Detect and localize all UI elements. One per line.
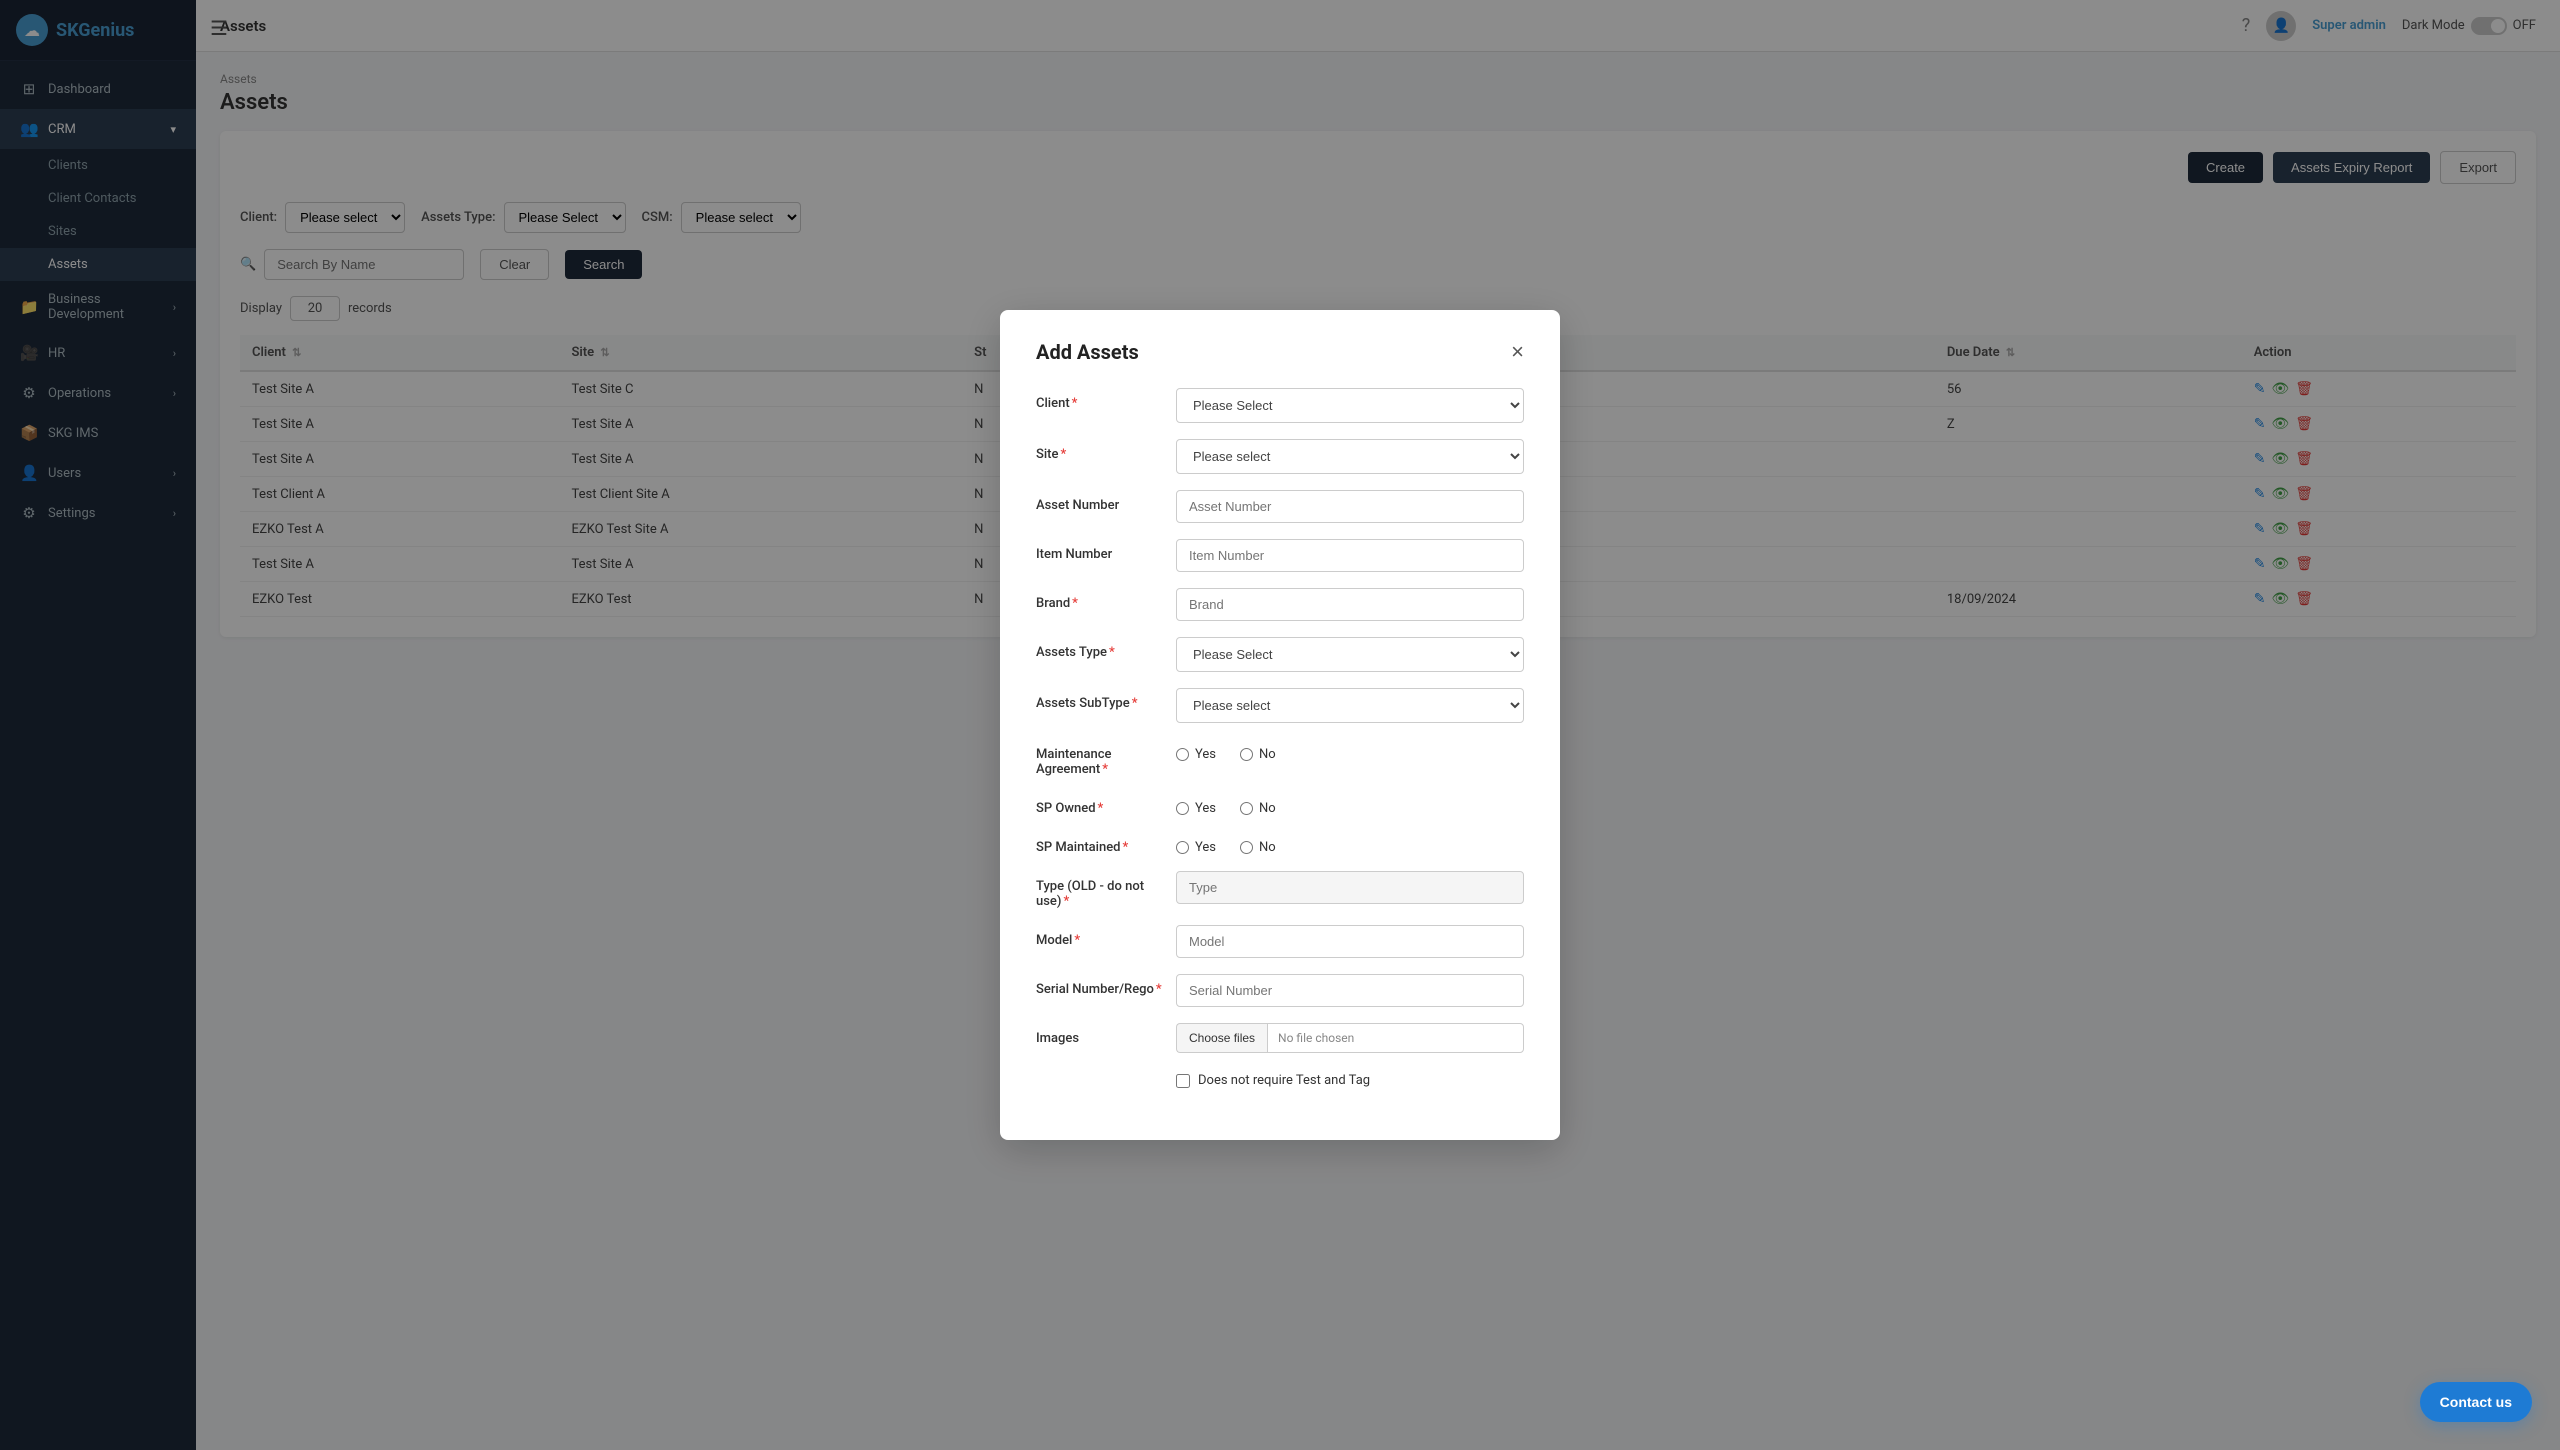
- form-row-site: Site* Please select: [1036, 439, 1524, 474]
- form-row-sp-owned: SP Owned* Yes No: [1036, 793, 1524, 816]
- assets-type-control: Please Select: [1176, 637, 1524, 672]
- sp-maintained-radio-group: Yes No: [1176, 832, 1524, 855]
- site-select[interactable]: Please select: [1176, 439, 1524, 474]
- file-name-display: No file chosen: [1267, 1023, 1524, 1053]
- assets-subtype-label: Assets SubType*: [1036, 688, 1176, 711]
- assets-subtype-select[interactable]: Please select: [1176, 688, 1524, 723]
- type-old-label: Type (OLD - do not use)*: [1036, 871, 1176, 909]
- form-row-maintenance: Maintenance Agreement* Yes No: [1036, 739, 1524, 777]
- asset-number-input[interactable]: [1176, 490, 1524, 523]
- site-field-control: Please select: [1176, 439, 1524, 474]
- client-field-label: Client*: [1036, 388, 1176, 411]
- site-field-label: Site*: [1036, 439, 1176, 462]
- sp-owned-control: Yes No: [1176, 793, 1524, 816]
- type-old-input[interactable]: [1176, 871, 1524, 904]
- model-field-label: Model*: [1036, 925, 1176, 948]
- model-input[interactable]: [1176, 925, 1524, 958]
- maintenance-yes-radio[interactable]: [1176, 748, 1189, 761]
- client-field-control: Please Select: [1176, 388, 1524, 423]
- sp-maintained-yes-radio[interactable]: [1176, 841, 1189, 854]
- form-row-brand: Brand*: [1036, 588, 1524, 621]
- assets-type-select[interactable]: Please Select: [1176, 637, 1524, 672]
- assets-type-label: Assets Type*: [1036, 637, 1176, 660]
- client-select[interactable]: Please Select: [1176, 388, 1524, 423]
- sp-maintained-no-label[interactable]: No: [1240, 840, 1276, 855]
- sp-maintained-no-radio[interactable]: [1240, 841, 1253, 854]
- choose-files-button[interactable]: Choose files: [1176, 1023, 1267, 1053]
- brand-input[interactable]: [1176, 588, 1524, 621]
- maintenance-no-label[interactable]: No: [1240, 747, 1276, 762]
- form-row-assets-type: Assets Type* Please Select: [1036, 637, 1524, 672]
- sp-owned-no-radio[interactable]: [1240, 802, 1253, 815]
- form-row-type-old: Type (OLD - do not use)*: [1036, 871, 1524, 909]
- sp-owned-label: SP Owned*: [1036, 793, 1176, 816]
- file-input-row: Choose files No file chosen: [1176, 1023, 1524, 1053]
- item-number-input[interactable]: [1176, 539, 1524, 572]
- item-number-label: Item Number: [1036, 539, 1176, 562]
- maintenance-radio-group: Yes No: [1176, 739, 1524, 762]
- sp-owned-yes-label[interactable]: Yes: [1176, 801, 1216, 816]
- form-row-serial: Serial Number/Rego*: [1036, 974, 1524, 1007]
- serial-field-label: Serial Number/Rego*: [1036, 974, 1176, 997]
- modal-overlay: Add Assets × Client* Please Select Site*…: [0, 0, 2560, 1450]
- maintenance-label: Maintenance Agreement*: [1036, 739, 1176, 777]
- modal-close-button[interactable]: ×: [1511, 341, 1524, 363]
- form-row-client: Client* Please Select: [1036, 388, 1524, 423]
- sp-owned-yes-radio[interactable]: [1176, 802, 1189, 815]
- form-row-item-number: Item Number: [1036, 539, 1524, 572]
- item-number-control: [1176, 539, 1524, 572]
- modal-header: Add Assets ×: [1036, 340, 1524, 364]
- sp-owned-no-label[interactable]: No: [1240, 801, 1276, 816]
- sp-maintained-label: SP Maintained*: [1036, 832, 1176, 855]
- form-row-test-tag: Does not require Test and Tag: [1036, 1069, 1524, 1088]
- sp-maintained-control: Yes No: [1176, 832, 1524, 855]
- images-label: Images: [1036, 1023, 1176, 1046]
- sp-maintained-yes-label[interactable]: Yes: [1176, 840, 1216, 855]
- add-assets-modal: Add Assets × Client* Please Select Site*…: [1000, 310, 1560, 1140]
- test-tag-control: Does not require Test and Tag: [1176, 1069, 1524, 1088]
- maintenance-control: Yes No: [1176, 739, 1524, 762]
- type-old-control: [1176, 871, 1524, 904]
- maintenance-yes-label[interactable]: Yes: [1176, 747, 1216, 762]
- images-control: Choose files No file chosen: [1176, 1023, 1524, 1053]
- maintenance-no-radio[interactable]: [1240, 748, 1253, 761]
- contact-us-button[interactable]: Contact us: [2420, 1382, 2532, 1422]
- brand-field-control: [1176, 588, 1524, 621]
- test-tag-checkbox-label: Does not require Test and Tag: [1198, 1073, 1370, 1088]
- brand-field-label: Brand*: [1036, 588, 1176, 611]
- asset-number-label: Asset Number: [1036, 490, 1176, 513]
- form-row-asset-number: Asset Number: [1036, 490, 1524, 523]
- test-tag-checkbox[interactable]: [1176, 1074, 1190, 1088]
- sp-owned-radio-group: Yes No: [1176, 793, 1524, 816]
- serial-input[interactable]: [1176, 974, 1524, 1007]
- test-tag-checkbox-group: Does not require Test and Tag: [1176, 1069, 1524, 1088]
- serial-field-control: [1176, 974, 1524, 1007]
- modal-title: Add Assets: [1036, 340, 1139, 364]
- model-field-control: [1176, 925, 1524, 958]
- form-row-model: Model*: [1036, 925, 1524, 958]
- asset-number-control: [1176, 490, 1524, 523]
- form-row-assets-subtype: Assets SubType* Please select: [1036, 688, 1524, 723]
- form-row-sp-maintained: SP Maintained* Yes No: [1036, 832, 1524, 855]
- form-row-images: Images Choose files No file chosen: [1036, 1023, 1524, 1053]
- assets-subtype-control: Please select: [1176, 688, 1524, 723]
